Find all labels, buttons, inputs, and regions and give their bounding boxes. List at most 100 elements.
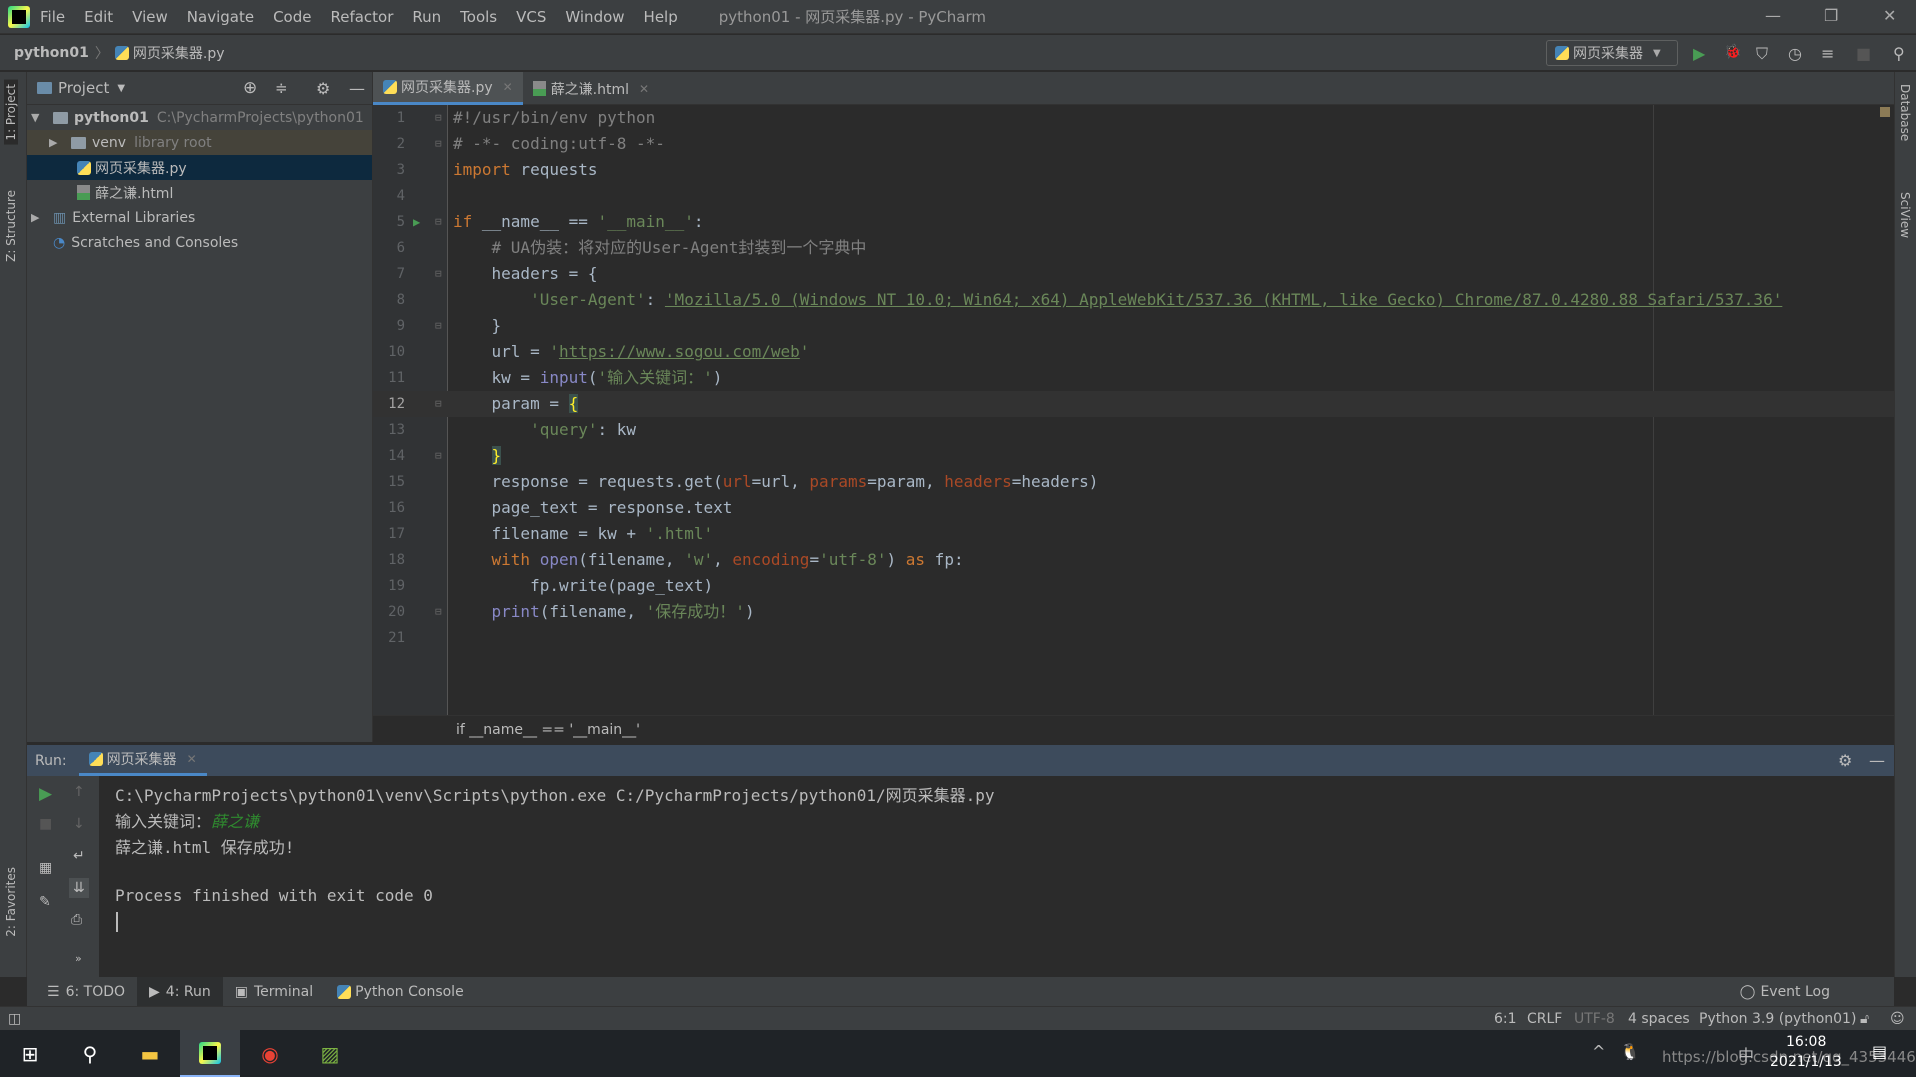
chrome-icon[interactable]: ◉ bbox=[240, 1030, 300, 1077]
clock-time[interactable]: 16:08 bbox=[1786, 1034, 1826, 1050]
minimize-button[interactable]: — bbox=[1765, 6, 1781, 25]
gear-icon[interactable]: ⚙ bbox=[316, 79, 330, 98]
menu-window[interactable]: Window bbox=[565, 8, 624, 26]
line-number[interactable]: 21 bbox=[373, 625, 405, 651]
line-number[interactable]: 1 bbox=[373, 105, 405, 131]
restore-button[interactable]: ❐ bbox=[1824, 6, 1838, 25]
line-number[interactable]: 4 bbox=[373, 183, 405, 209]
collapse-all-icon[interactable]: ≑ bbox=[275, 79, 288, 97]
line-number[interactable]: 20 bbox=[373, 599, 405, 625]
run-tool-tab[interactable]: ▶ 4: Run bbox=[137, 977, 223, 1006]
locate-icon[interactable]: ⊕ bbox=[243, 78, 257, 98]
coverage-icon[interactable]: ⛉ bbox=[1756, 44, 1768, 64]
inspection-indicator-icon[interactable] bbox=[1880, 107, 1890, 117]
tab-html-file[interactable]: 薛之谦.html ✕ bbox=[523, 72, 659, 105]
toggle-tool-windows-icon[interactable]: ◫ bbox=[8, 1011, 21, 1027]
search-icon[interactable]: ⚲ bbox=[60, 1030, 120, 1077]
line-separator[interactable]: CRLF bbox=[1527, 1011, 1562, 1027]
menu-tools[interactable]: Tools bbox=[460, 8, 497, 26]
fold-icon[interactable]: ⊟ bbox=[435, 313, 442, 339]
profile-icon[interactable]: ◷ bbox=[1788, 44, 1802, 63]
notifications-icon[interactable]: ▤ bbox=[1872, 1042, 1887, 1061]
file-explorer-icon[interactable]: ▬ bbox=[120, 1030, 180, 1077]
app-icon[interactable]: ▨ bbox=[300, 1030, 360, 1077]
fold-icon[interactable]: ⊟ bbox=[435, 599, 442, 625]
tab-py-file[interactable]: 网页采集器.py ✕ bbox=[373, 72, 523, 105]
favorites-tool-tab[interactable]: 2: Favorites bbox=[4, 867, 18, 937]
debug-icon[interactable]: 🐞 bbox=[1724, 44, 1741, 60]
more-icon[interactable]: » bbox=[75, 952, 82, 965]
concurrency-icon[interactable]: ≡ bbox=[1821, 44, 1834, 63]
tree-item-venv[interactable]: ▶ venv library root bbox=[27, 130, 372, 155]
code-editor[interactable]: 1 #!/usr/bin/env python ⊟ 2 # -*- coding:utf… bbox=[373, 105, 1894, 715]
line-number[interactable]: 14 bbox=[373, 443, 405, 469]
fold-icon[interactable]: ⊟ bbox=[435, 209, 442, 235]
qq-icon[interactable]: 🐧 bbox=[1620, 1042, 1640, 1061]
fold-icon[interactable]: ⊟ bbox=[435, 443, 442, 469]
close-tab-icon[interactable]: ✕ bbox=[639, 82, 649, 96]
tree-item-python01[interactable]: ▼ python01 C:\PycharmProjects\python01 bbox=[27, 105, 372, 130]
line-number[interactable]: 17 bbox=[373, 521, 405, 547]
hide-icon[interactable]: — bbox=[349, 79, 365, 98]
sciview-tool-tab[interactable]: SciView bbox=[1898, 192, 1912, 238]
project-tool-tab[interactable]: 1: Project bbox=[4, 80, 18, 145]
line-number[interactable]: 9 bbox=[373, 313, 405, 339]
tray-arrow-icon[interactable]: ^ bbox=[1592, 1042, 1605, 1061]
line-number[interactable]: 15 bbox=[373, 469, 405, 495]
line-number[interactable]: 3 bbox=[373, 157, 405, 183]
fold-icon[interactable]: ⊟ bbox=[435, 105, 442, 131]
fold-icon[interactable]: ⊟ bbox=[435, 261, 442, 287]
tree-item-external-libraries[interactable]: ▶ ▥ External Libraries bbox=[27, 205, 372, 230]
line-number[interactable]: 6 bbox=[373, 235, 405, 261]
tree-item-html-file[interactable]: 薛之谦.html bbox=[27, 180, 372, 205]
lock-icon[interactable]: 🔓︎ bbox=[1860, 1011, 1869, 1027]
print-icon[interactable]: ⎙ bbox=[71, 912, 82, 928]
run-icon[interactable]: ▶ bbox=[1693, 44, 1705, 63]
interpreter[interactable]: Python 3.9 (python01) bbox=[1699, 1011, 1856, 1027]
pycharm-taskbar-icon[interactable] bbox=[180, 1030, 240, 1077]
stop-icon[interactable]: ■ bbox=[1856, 44, 1871, 63]
ime-indicator[interactable]: 中 bbox=[1738, 1042, 1754, 1066]
pin-icon[interactable]: ✎ bbox=[39, 894, 51, 910]
line-number[interactable]: 18 bbox=[373, 547, 405, 573]
indent-setting[interactable]: 4 spaces bbox=[1628, 1011, 1690, 1027]
menu-file[interactable]: File bbox=[40, 8, 65, 26]
todo-tab[interactable]: ☰ 6: TODO bbox=[35, 977, 137, 1006]
clock-date[interactable]: 2021/1/13 bbox=[1770, 1054, 1842, 1070]
stop-icon[interactable]: ■ bbox=[39, 816, 52, 832]
run-gutter-icon[interactable]: ▶ bbox=[413, 209, 420, 235]
caret-position[interactable]: 6:1 bbox=[1494, 1011, 1517, 1027]
menu-code[interactable]: Code bbox=[273, 8, 311, 26]
rerun-icon[interactable]: ▶ bbox=[39, 784, 52, 804]
start-icon[interactable]: ⊞ bbox=[0, 1030, 60, 1077]
run-console[interactable]: ▶ ↑ ■ ↓ ↵ ▦ ⇊ ✎ ⎙ » C:\PycharmProjects\p… bbox=[27, 776, 1894, 977]
scroll-to-end-icon[interactable]: ⇊ bbox=[69, 878, 89, 898]
code-breadcrumb[interactable]: if __name__ == '__main__' bbox=[373, 715, 1894, 744]
database-tool-tab[interactable]: Database bbox=[1898, 84, 1912, 141]
inspector-icon[interactable]: ☺ bbox=[1890, 1011, 1905, 1027]
project-view-dropdown[interactable]: Project bbox=[58, 79, 109, 97]
tree-item-scratches[interactable]: ◔ Scratches and Consoles bbox=[27, 230, 372, 255]
line-number[interactable]: 12 bbox=[373, 391, 405, 417]
python-console-tab[interactable]: Python Console bbox=[325, 977, 476, 1006]
up-icon[interactable]: ↑ bbox=[73, 784, 85, 800]
terminal-tab[interactable]: ▣ Terminal bbox=[223, 977, 325, 1006]
line-number[interactable]: 8 bbox=[373, 287, 405, 313]
line-number[interactable]: 2 bbox=[373, 131, 405, 157]
line-number[interactable]: 13 bbox=[373, 417, 405, 443]
nav-project[interactable]: python01 bbox=[14, 45, 89, 61]
soft-wrap-icon[interactable]: ↵ bbox=[73, 848, 85, 864]
nav-file[interactable]: 网页采集器.py bbox=[133, 43, 225, 63]
line-number[interactable]: 19 bbox=[373, 573, 405, 599]
fold-icon[interactable]: ⊟ bbox=[435, 391, 442, 417]
menu-edit[interactable]: Edit bbox=[84, 8, 113, 26]
close-tab-icon[interactable]: ✕ bbox=[187, 752, 197, 766]
menu-vcs[interactable]: VCS bbox=[516, 8, 546, 26]
menu-help[interactable]: Help bbox=[644, 8, 678, 26]
layout-icon[interactable]: ▦ bbox=[39, 860, 52, 876]
structure-tool-tab[interactable]: Z: Structure bbox=[4, 190, 18, 262]
menu-navigate[interactable]: Navigate bbox=[187, 8, 254, 26]
menu-run[interactable]: Run bbox=[412, 8, 441, 26]
run-tab[interactable]: 网页采集器 ✕ bbox=[78, 745, 207, 776]
run-config-dropdown[interactable]: 网页采集器 ▼ bbox=[1546, 40, 1678, 66]
